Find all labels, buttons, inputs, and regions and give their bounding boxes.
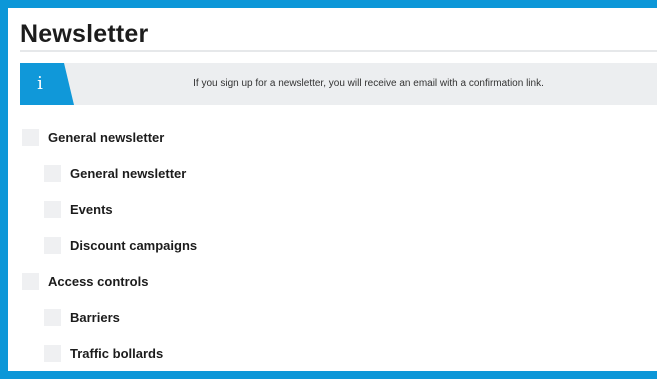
checkbox-traffic-bollards[interactable]: Traffic bollards <box>44 344 163 362</box>
checkbox-general-newsletter-group[interactable]: General newsletter <box>22 128 164 146</box>
page-title: Newsletter <box>20 20 149 48</box>
checkbox-box[interactable] <box>44 308 61 326</box>
checkbox-box[interactable] <box>44 164 61 182</box>
info-banner: i If you sign up for a newsletter, you w… <box>20 63 657 105</box>
checkbox-barriers[interactable]: Barriers <box>44 308 120 326</box>
checkbox-access-controls-group[interactable]: Access controls <box>22 272 148 290</box>
checkbox-box[interactable] <box>44 344 61 362</box>
checkbox-label: Events <box>70 201 113 217</box>
checkbox-label: Traffic bollards <box>70 345 164 361</box>
checkbox-box[interactable] <box>22 128 39 146</box>
checkbox-box[interactable] <box>22 272 39 290</box>
newsletter-panel: Newsletter i If you sign up for a newsle… <box>8 8 657 371</box>
checkbox-events[interactable]: Events <box>44 200 113 218</box>
checkbox-label: Barriers <box>70 309 120 325</box>
checkbox-label: Discount campaigns <box>70 237 198 253</box>
info-icon: i <box>37 73 43 94</box>
checkbox-discount-campaigns[interactable]: Discount campaigns <box>44 236 197 254</box>
title-divider <box>20 50 657 52</box>
checkbox-general-newsletter[interactable]: General newsletter <box>44 164 186 182</box>
info-message: If you sign up for a newsletter, you wil… <box>193 78 544 89</box>
checkbox-label: General newsletter <box>70 165 187 181</box>
checkbox-box[interactable] <box>44 236 61 254</box>
checkbox-label: Access controls <box>48 273 149 289</box>
checkbox-label: General newsletter <box>48 129 165 145</box>
checkbox-box[interactable] <box>44 200 61 218</box>
